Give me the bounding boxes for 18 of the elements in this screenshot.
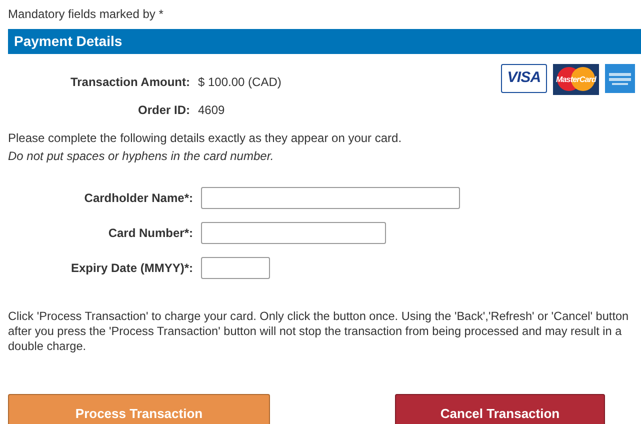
summary-value: 4609 <box>198 102 225 119</box>
field-label: Cardholder Name*: <box>83 190 193 207</box>
mandatory-note: Mandatory fields marked by * <box>8 6 164 23</box>
cancel-button[interactable]: Cancel Transaction <box>395 394 605 424</box>
summary-value: $ 100.00 (CAD) <box>198 74 282 91</box>
section-header: Payment Details <box>8 29 641 54</box>
summary-label: Order ID: <box>136 102 190 119</box>
input-field[interactable] <box>201 257 270 279</box>
amex-logo <box>605 64 635 93</box>
field-label: Expiry Date (MMYY)*: <box>70 260 193 277</box>
field-label: Card Number*: <box>107 225 193 242</box>
visa-logo: VISA <box>501 64 547 93</box>
input-field[interactable] <box>201 222 386 244</box>
instructions-text: Please complete the following details exactly as they appear on your card. <box>8 130 403 147</box>
summary-label: Transaction Amount: <box>69 74 190 91</box>
input-field[interactable] <box>201 187 460 209</box>
instructions-note: Do not put spaces or hyphens in the card number. <box>8 148 275 165</box>
warning-text: Click 'Process Transaction' to charge your card. Only click the button once. Using the 'Back','Refresh' or 'Cancel' button after you press the 'Process Transaction' button will not stop the transaction from being processed and may result in a double charge. <box>7 308 630 354</box>
